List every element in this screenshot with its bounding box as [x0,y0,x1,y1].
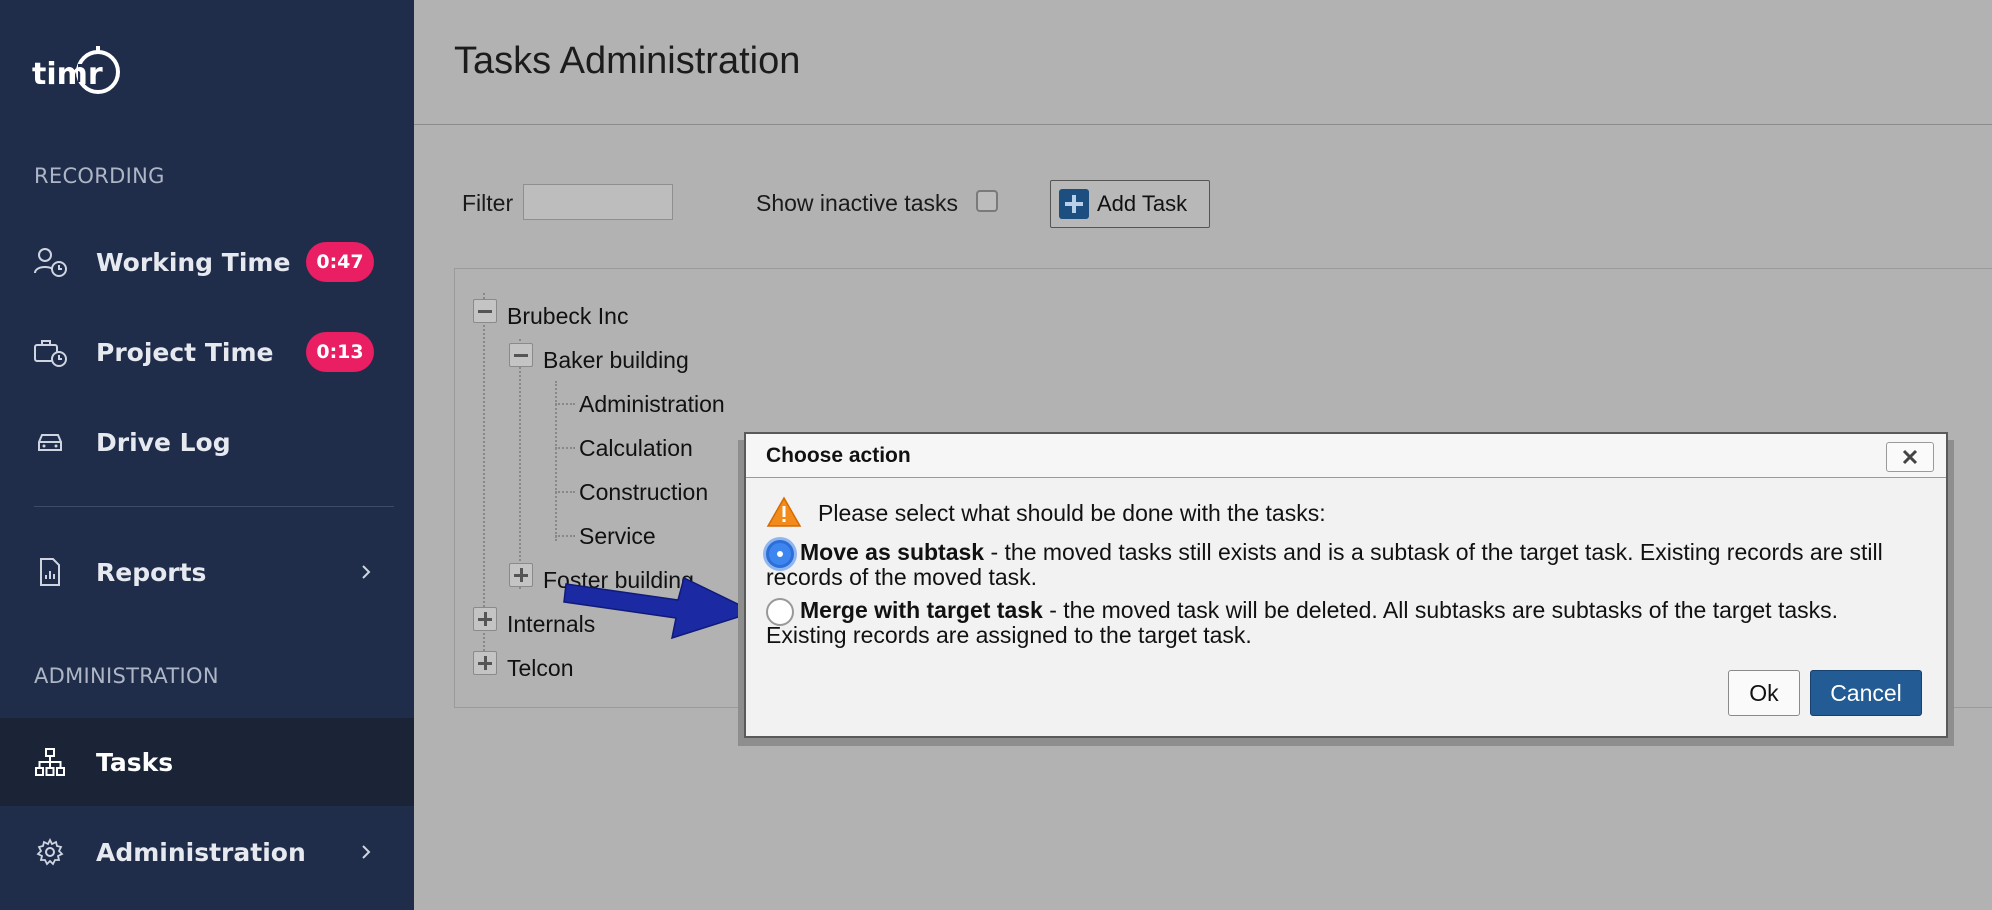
project-time-badge: 0:13 [306,332,374,372]
sidebar-item-administration[interactable]: Administration [0,808,414,896]
tree-connector [555,491,575,493]
dialog-close-button[interactable] [1886,442,1934,472]
tree-collapse-toggle[interactable] [509,343,533,367]
working-time-badge: 0:47 [306,242,374,282]
sidebar-item-label: Administration [96,837,306,867]
show-inactive-checkbox[interactable] [976,190,998,212]
option-title: Move as subtask [800,539,985,565]
tree-node-brubeck-inc[interactable]: Brubeck Inc [507,303,628,330]
tree-node-calculation[interactable]: Calculation [579,435,693,462]
sidebar-item-label: Project Time [96,337,274,367]
dialog-header: Choose action [746,434,1946,478]
page-title: Tasks Administration [454,40,801,82]
tree-connector [519,339,521,589]
sidebar-item-tasks[interactable]: Tasks [0,718,414,806]
briefcase-clock-icon [32,334,68,370]
cancel-button[interactable]: Cancel [1810,670,1922,716]
add-task-label: Add Task [1097,191,1188,216]
title-divider [414,124,1992,125]
warning-icon [766,496,802,527]
dialog-prompt: Please select what should be done with t… [818,500,1326,526]
section-label-administration: ADMINISTRATION [34,664,219,688]
option-move-as-subtask[interactable]: Move as subtask - the moved tasks still … [766,540,1916,590]
tree-node-baker-building[interactable]: Baker building [543,347,689,374]
option-title: Merge with target task [800,597,1043,623]
chevron-right-icon [362,845,371,859]
filter-label: Filter [462,190,514,216]
option-text: Merge with target task - the moved task … [766,598,1916,648]
chevron-right-icon [362,565,371,579]
sidebar: timr RECORDING Working Time 0:47 Project… [0,0,414,910]
car-icon [32,424,68,460]
sidebar-item-label: Drive Log [96,427,231,457]
tree-expand-toggle[interactable] [509,563,533,587]
sidebar-item-label: Tasks [96,747,174,777]
sidebar-item-label: Working Time [96,247,291,277]
sidebar-item-drive-log[interactable]: Drive Log [0,398,414,486]
sidebar-divider [34,506,394,507]
add-task-button[interactable]: Add Task [1050,180,1210,228]
dialog-title: Choose action [766,444,911,467]
tree-node-administration[interactable]: Administration [579,391,725,418]
move-as-subtask-radio[interactable] [766,540,794,568]
tree-node-telcon[interactable]: Telcon [507,655,573,682]
tree-connector [555,403,575,405]
tree-connector [555,447,575,449]
sidebar-item-label: Reports [96,557,207,587]
tree-expand-toggle[interactable] [473,607,497,631]
tree-connector [555,381,557,541]
gear-icon [32,834,68,870]
sidebar-item-reports[interactable]: Reports [0,528,414,616]
ok-button[interactable]: Ok [1728,670,1800,716]
hierarchy-icon [32,744,68,780]
tree-collapse-toggle[interactable] [473,299,497,323]
user-clock-icon [32,244,68,280]
filter-input[interactable] [523,184,673,220]
option-text: Move as subtask - the moved tasks still … [766,540,1916,590]
close-icon [1902,449,1918,465]
tree-expand-toggle[interactable] [473,651,497,675]
tree-node-service[interactable]: Service [579,523,656,550]
choose-action-dialog: Choose action Please select what should … [744,432,1948,738]
pointer-arrow-icon [563,576,757,640]
sidebar-item-project-time[interactable]: Project Time 0:13 [0,308,414,396]
show-inactive-label: Show inactive tasks [756,190,958,216]
sidebar-item-working-time[interactable]: Working Time 0:47 [0,218,414,306]
plus-icon [1059,189,1089,219]
section-label-recording: RECORDING [34,164,165,188]
tree-node-construction[interactable]: Construction [579,479,708,506]
svg-text:timr: timr [32,57,103,92]
tree-connector [555,535,575,537]
option-merge-with-target[interactable]: Merge with target task - the moved task … [766,598,1916,648]
report-icon [32,554,68,590]
merge-with-target-radio[interactable] [766,598,794,626]
timr-logo[interactable]: timr [32,44,122,100]
